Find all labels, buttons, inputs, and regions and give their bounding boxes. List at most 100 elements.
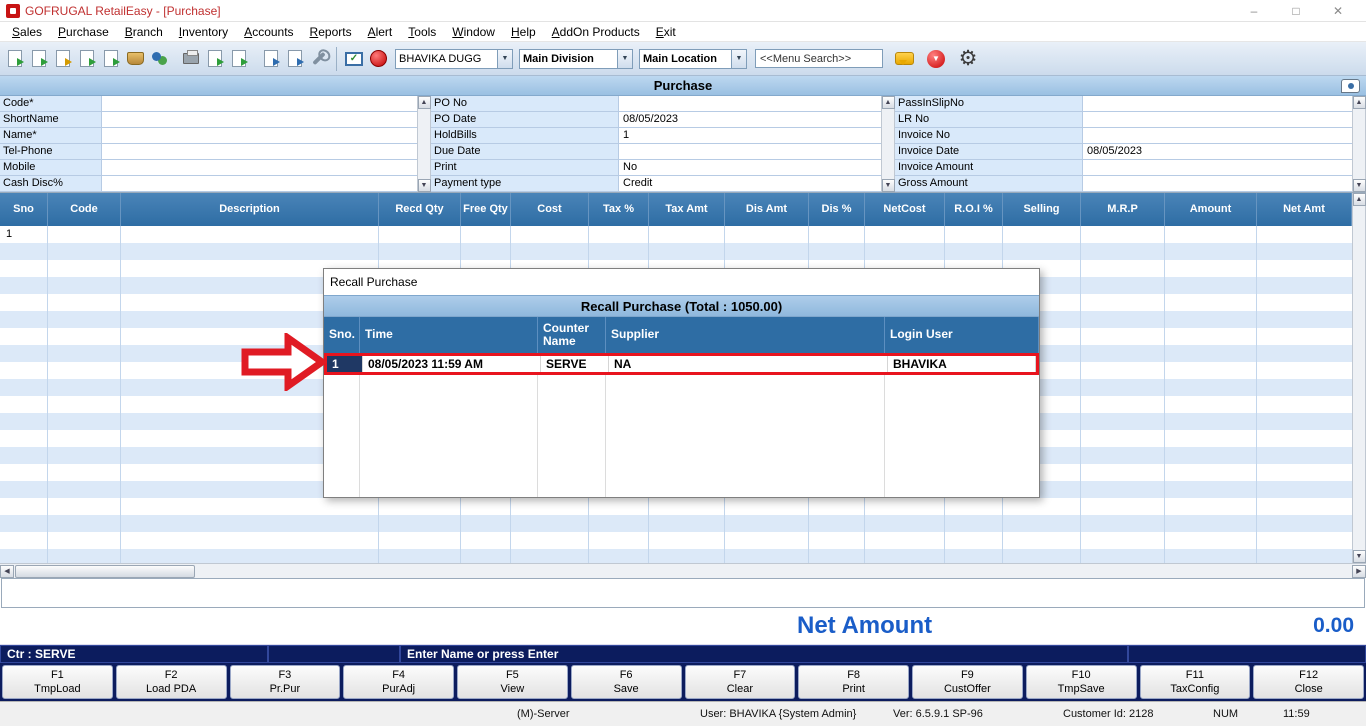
- field-label-invoiceno: Invoice No: [895, 128, 1083, 143]
- division-dropdown[interactable]: Main Division ▼: [519, 49, 633, 69]
- clock-status: 11:59: [1283, 708, 1310, 720]
- scroll-left-icon[interactable]: ◀: [0, 565, 14, 578]
- copy-doc-icon[interactable]: [204, 46, 226, 72]
- form-middle-scrollbar[interactable]: ▲ ▼: [881, 96, 895, 192]
- scroll-down-icon[interactable]: ▼: [882, 179, 895, 192]
- fkey-f6-save[interactable]: F6Save: [571, 665, 682, 699]
- menu-item-window[interactable]: Window: [444, 23, 503, 41]
- name-field[interactable]: [102, 128, 417, 143]
- menu-item-addon-products[interactable]: AddOn Products: [544, 23, 648, 41]
- menu-item-alert[interactable]: Alert: [360, 23, 401, 41]
- minimize-icon[interactable]: –: [1246, 4, 1262, 18]
- scroll-right-icon[interactable]: ▶: [1352, 565, 1366, 578]
- fkey-f3-prpur[interactable]: F3Pr.Pur: [230, 665, 341, 699]
- scroll-thumb[interactable]: [15, 565, 195, 578]
- purchase-form: Code* ShortName Name* Tel-Phone Mobile C…: [0, 96, 1366, 193]
- col-header-taxpct: Tax %: [589, 193, 649, 226]
- print-field[interactable]: No: [619, 160, 881, 175]
- podate-field[interactable]: 08/05/2023: [619, 112, 881, 127]
- lrno-field[interactable]: [1083, 112, 1352, 127]
- scroll-down-icon[interactable]: ▼: [418, 179, 431, 192]
- scroll-up-icon[interactable]: ▲: [418, 96, 431, 109]
- col-header-roi: R.O.I %: [945, 193, 1003, 226]
- scroll-up-icon[interactable]: ▲: [1353, 193, 1366, 206]
- dialog-col-time: Time: [360, 317, 538, 353]
- fkey-f1-tmpload[interactable]: F1TmpLoad: [2, 665, 113, 699]
- mobile-field[interactable]: [102, 160, 417, 175]
- invoiceno-field[interactable]: [1083, 128, 1352, 143]
- grid-row-sno[interactable]: 1: [0, 226, 48, 243]
- import-icon[interactable]: [260, 46, 282, 72]
- grid-scrollbar[interactable]: ▲ ▼: [1352, 193, 1366, 563]
- chat-icon[interactable]: [893, 46, 915, 72]
- fkey-f11-taxconfig[interactable]: F11TaxConfig: [1140, 665, 1251, 699]
- tools-wrench-icon[interactable]: [308, 46, 330, 72]
- export-doc-icon[interactable]: [284, 46, 306, 72]
- fkey-f12-close[interactable]: F12Close: [1253, 665, 1364, 699]
- location-dropdown[interactable]: Main Location ▼: [639, 49, 747, 69]
- maximize-icon[interactable]: □: [1288, 4, 1304, 18]
- item-name-entry-area[interactable]: [1, 578, 1365, 608]
- code-field[interactable]: [102, 96, 417, 111]
- col-header-cost: Cost: [511, 193, 589, 226]
- load-doc-icon[interactable]: [228, 46, 250, 72]
- power-icon[interactable]: [367, 46, 389, 72]
- recall-row-sno: 1: [327, 356, 363, 372]
- scroll-up-icon[interactable]: ▲: [1353, 96, 1366, 109]
- paymenttype-field[interactable]: Credit: [619, 176, 881, 191]
- fkey-f5-view[interactable]: F5View: [457, 665, 568, 699]
- open-doc-icon[interactable]: [28, 46, 50, 72]
- invoiceamount-field[interactable]: [1083, 160, 1352, 175]
- new-doc-icon[interactable]: [4, 46, 26, 72]
- shortname-field[interactable]: [102, 112, 417, 127]
- menu-item-inventory[interactable]: Inventory: [171, 23, 236, 41]
- field-label-grossamount: Gross Amount: [895, 176, 1083, 191]
- form-left-scrollbar[interactable]: ▲ ▼: [417, 96, 431, 192]
- fkey-f9-custoffer[interactable]: F9CustOffer: [912, 665, 1023, 699]
- pono-field[interactable]: [619, 96, 881, 111]
- close-icon[interactable]: ✕: [1330, 4, 1346, 18]
- menu-item-exit[interactable]: Exit: [648, 23, 684, 41]
- menu-item-purchase[interactable]: Purchase: [50, 23, 117, 41]
- basket-icon[interactable]: [124, 46, 146, 72]
- grossamount-field[interactable]: [1083, 176, 1352, 191]
- display-check-icon[interactable]: ✓: [343, 46, 365, 72]
- fkey-f4-puradj[interactable]: F4PurAdj: [343, 665, 454, 699]
- scroll-track[interactable]: [14, 565, 1352, 578]
- menu-item-help[interactable]: Help: [503, 23, 544, 41]
- duedate-field[interactable]: [619, 144, 881, 159]
- fkey-f8-print[interactable]: F8Print: [798, 665, 909, 699]
- menu-item-reports[interactable]: Reports: [302, 23, 360, 41]
- holdbills-field[interactable]: 1: [619, 128, 881, 143]
- field-label-name: Name*: [0, 128, 102, 143]
- fkey-f10-tmpsave[interactable]: F10TmpSave: [1026, 665, 1137, 699]
- settings-gear-icon[interactable]: ⚙: [957, 46, 979, 72]
- invoicedate-field[interactable]: 08/05/2023: [1083, 144, 1352, 159]
- preview-icon[interactable]: [1341, 79, 1360, 93]
- customers-icon[interactable]: [148, 46, 170, 72]
- fkey-f2-loadpda[interactable]: F2Load PDA: [116, 665, 227, 699]
- menu-search-input[interactable]: [755, 49, 883, 68]
- menu-item-branch[interactable]: Branch: [117, 23, 171, 41]
- save-doc-icon[interactable]: [52, 46, 74, 72]
- fkey-f7-clear[interactable]: F7Clear: [685, 665, 796, 699]
- scroll-down-icon[interactable]: ▼: [1353, 179, 1366, 192]
- grid-horizontal-scrollbar[interactable]: ◀ ▶: [0, 563, 1366, 578]
- print-icon[interactable]: [180, 46, 202, 72]
- cashdisc-field[interactable]: [102, 176, 417, 191]
- scroll-down-icon[interactable]: ▼: [1353, 550, 1366, 563]
- title-bar: GOFRUGAL RetailEasy - [Purchase] – □ ✕: [0, 0, 1366, 22]
- user-dropdown[interactable]: BHAVIKA DUGG ▼: [395, 49, 513, 69]
- passinslipno-field[interactable]: [1083, 96, 1352, 111]
- recall-doc-icon[interactable]: [100, 46, 122, 72]
- form-right-scrollbar[interactable]: ▲ ▼: [1352, 96, 1366, 192]
- update-download-icon[interactable]: ▼: [925, 46, 947, 72]
- menu-item-accounts[interactable]: Accounts: [236, 23, 301, 41]
- recall-row-selected[interactable]: 1 08/05/2023 11:59 AM SERVE NA BHAVIKA: [324, 353, 1039, 375]
- scroll-up-icon[interactable]: ▲: [882, 96, 895, 109]
- telphone-field[interactable]: [102, 144, 417, 159]
- hold-doc-icon[interactable]: [76, 46, 98, 72]
- menu-item-sales[interactable]: Sales: [4, 23, 50, 41]
- field-label-invoicedate: Invoice Date: [895, 144, 1083, 159]
- menu-item-tools[interactable]: Tools: [400, 23, 444, 41]
